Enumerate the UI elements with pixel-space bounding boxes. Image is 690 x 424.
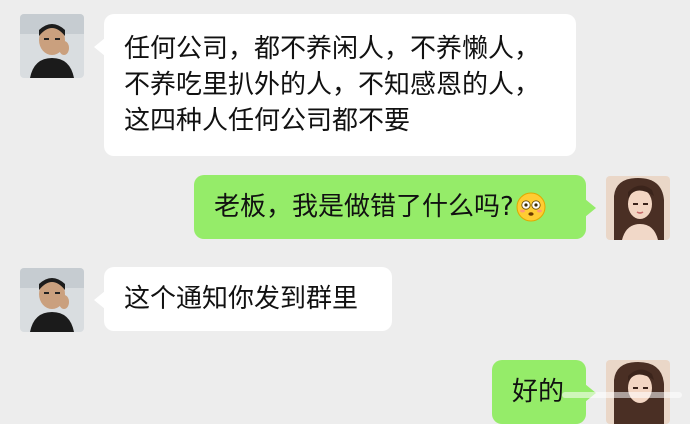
girl-avatar-icon	[606, 176, 670, 240]
message-text-line: 这四种人任何公司都不要	[124, 106, 411, 136]
message-text: 这个通知你发到群里	[124, 284, 359, 314]
outgoing-message-bubble[interactable]: 老板，我是做错了什么吗?	[194, 175, 596, 239]
boss-avatar[interactable]	[20, 14, 84, 78]
watermark	[562, 389, 682, 404]
message-text: 好的	[512, 377, 565, 407]
message-text-line: 任何公司，都不养闲人，不养懒人，	[124, 34, 541, 64]
flushed-face-icon	[516, 192, 546, 222]
my-avatar[interactable]	[606, 176, 670, 240]
message-text: 老板，我是做错了什么吗?	[214, 192, 514, 222]
incoming-message-bubble[interactable]: 任何公司，都不养闲人，不养懒人， 不养吃里扒外的人，不知感恩的人， 这四种人任何…	[94, 14, 576, 156]
watermark-icon	[562, 392, 682, 398]
message-text-line: 不养吃里扒外的人，不知感恩的人，	[124, 70, 541, 100]
boss-avatar[interactable]	[20, 268, 84, 332]
boy-avatar-icon	[20, 14, 84, 78]
incoming-message-bubble[interactable]: 这个通知你发到群里	[94, 267, 392, 331]
boy-avatar-icon	[20, 268, 84, 332]
